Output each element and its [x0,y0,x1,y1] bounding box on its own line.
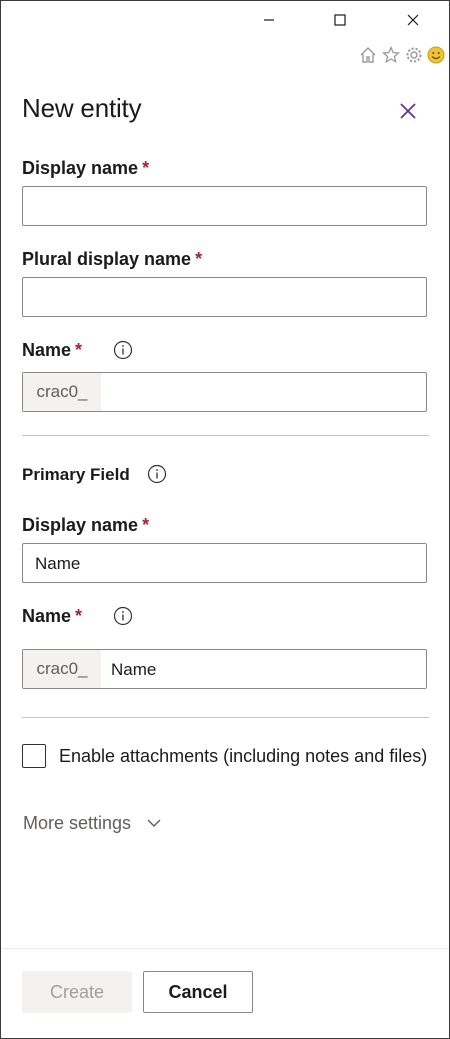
section-divider [22,435,429,436]
star-icon[interactable] [382,46,400,64]
required-marker: * [142,515,150,535]
section-divider [22,717,429,718]
enable-attachments-checkbox[interactable] [22,744,46,768]
name-prefix: crac0_ [23,650,101,688]
enable-attachments-label[interactable]: Enable attachments (including notes and … [59,746,427,767]
name-prefix: crac0_ [23,373,101,411]
new-entity-panel: New entity Display name * Plural display … [0,0,450,1039]
create-button[interactable]: Create [22,971,132,1013]
info-icon[interactable] [113,340,133,360]
smiley-icon[interactable] [427,46,445,64]
close-icon [400,103,416,119]
plural-display-name-label: Plural display name * [22,249,203,269]
window-close-button[interactable] [402,9,424,31]
maximize-button[interactable] [329,9,351,31]
required-marker: * [195,249,203,269]
display-name-label: Display name * [22,158,150,178]
plural-display-name-input[interactable] [22,277,427,317]
display-name-input[interactable] [22,186,427,226]
primary-display-name-input[interactable]: Name [22,543,427,583]
name-input[interactable]: crac0_ [22,372,427,412]
primary-name-input[interactable]: crac0_ Name [22,649,427,689]
info-icon[interactable] [113,606,133,626]
panel-title: New entity [22,93,142,123]
footer-divider [2,948,449,949]
more-settings-toggle[interactable]: More settings [23,813,131,834]
cancel-button[interactable]: Cancel [143,971,253,1013]
home-icon[interactable] [359,46,377,64]
info-icon[interactable] [147,464,167,484]
primary-name-label: Name * [22,606,83,626]
gear-icon[interactable] [405,46,423,64]
minimize-button[interactable] [258,9,280,31]
primary-display-name-label: Display name * [22,515,150,535]
maximize-icon [334,14,346,26]
chevron-down-icon[interactable] [146,815,162,831]
close-icon [407,14,419,26]
required-marker: * [75,340,83,360]
name-label: Name * [22,340,83,360]
primary-field-heading: Primary Field [22,465,130,484]
required-marker: * [142,158,150,178]
minimize-icon [264,19,274,21]
panel-close-button[interactable] [395,98,421,124]
required-marker: * [75,606,83,626]
